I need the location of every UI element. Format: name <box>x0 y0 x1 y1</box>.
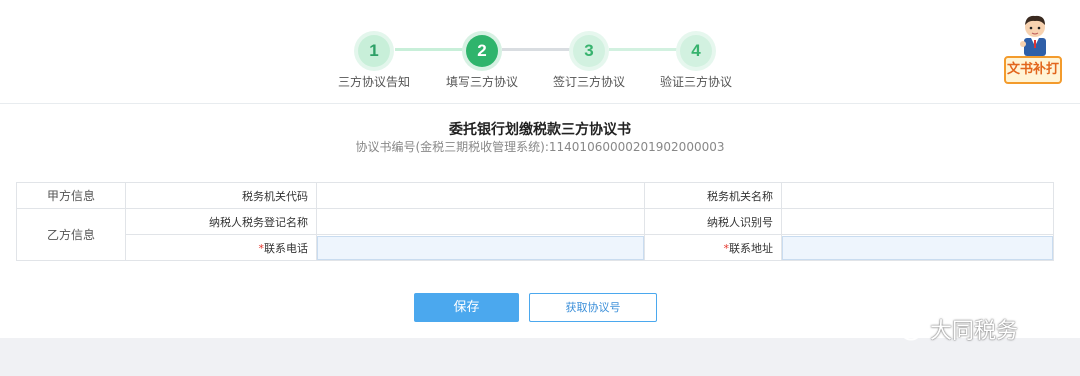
tax-office-name-value <box>781 182 1054 209</box>
agreement-number: 协议书编号(金税三期税收管理系统):1140106000020190200000… <box>355 140 725 154</box>
progress-stepper: 1 三方协议告知 2 填写三方协议 3 签订三方协议 4 验证三方协议 <box>0 0 1080 104</box>
document-reprint-widget[interactable]: 文书补打 <box>1002 14 1064 88</box>
party-b-header: 乙方信息 <box>16 208 126 261</box>
party-a-row: 甲方信息 税务机关代码 税务机关名称 <box>16 182 1054 209</box>
wechat-icon <box>889 317 921 341</box>
tax-office-code-value <box>316 182 645 209</box>
step-4-label: 验证三方协议 <box>659 75 732 89</box>
step-3[interactable]: 3 签订三方协议 <box>534 31 644 90</box>
step-4-number: 4 <box>680 35 712 67</box>
reprint-badge: 文书补打 <box>1004 56 1062 84</box>
step-3-label: 签订三方协议 <box>552 75 625 89</box>
agreement-form: 甲方信息 税务机关代码 税务机关名称 乙方信息 纳税人税务登记名称 纳税人识别号… <box>16 182 1054 261</box>
phone-label: *联系电话 <box>125 234 317 261</box>
step-2-number: 2 <box>466 35 498 67</box>
taxpayer-id-value <box>781 208 1054 235</box>
address-cell <box>781 234 1054 261</box>
address-label-text: 联系地址 <box>729 241 773 255</box>
taxpayer-reg-name-label: 纳税人税务登记名称 <box>125 208 317 235</box>
taxpayer-reg-name-value <box>316 208 645 235</box>
phone-input[interactable] <box>317 235 644 260</box>
step-2[interactable]: 2 填写三方协议 <box>427 31 537 90</box>
step-1[interactable]: 1 三方协议告知 <box>319 31 429 90</box>
step-4[interactable]: 4 验证三方协议 <box>641 31 751 90</box>
step-1-label: 三方协议告知 <box>337 75 410 89</box>
taxpayer-id-label: 纳税人识别号 <box>644 208 782 235</box>
agreement-title: 委托银行划缴税款三方协议书 <box>449 122 631 138</box>
step-2-label: 填写三方协议 <box>445 75 518 89</box>
party-a-header: 甲方信息 <box>16 182 126 209</box>
watermark-text: 大同税务 <box>930 319 1019 344</box>
tax-office-name-label: 税务机关名称 <box>644 182 782 209</box>
watermark: 大同税务 <box>888 312 1018 346</box>
address-input[interactable] <box>782 235 1053 260</box>
assistant-avatar-icon <box>1020 15 1046 56</box>
party-b-row-1: 乙方信息 纳税人税务登记名称 纳税人识别号 <box>16 208 1054 261</box>
save-button[interactable]: 保存 <box>414 293 519 322</box>
step-3-number: 3 <box>573 35 605 67</box>
address-label: *联系地址 <box>644 234 782 261</box>
party-b-row-2: *联系电话 *联系地址 <box>17 234 1054 261</box>
get-agreement-number-button[interactable]: 获取协议号 <box>529 293 657 322</box>
tax-office-code-label: 税务机关代码 <box>125 182 317 209</box>
phone-label-text: 联系电话 <box>264 241 308 255</box>
phone-cell <box>316 234 645 261</box>
step-1-number: 1 <box>358 35 390 67</box>
